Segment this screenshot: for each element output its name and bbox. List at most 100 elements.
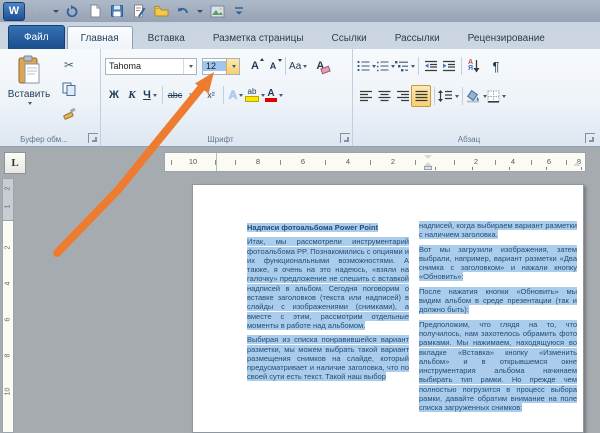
doc-paragraph[interactable]: Вот мы загрузили изображения, затем выбр…	[419, 244, 577, 282]
ruler-number: 2	[4, 186, 12, 191]
highlight-color-button[interactable]: ab	[245, 85, 265, 105]
horizontal-ruler: 10 8 6 4 2 2 4 6 8	[164, 152, 586, 172]
bullets-button[interactable]	[357, 56, 376, 76]
shrink-font-button[interactable]: А	[264, 56, 282, 76]
doc-paragraph[interactable]: Предположим, что глядя на то, что получи…	[419, 319, 577, 413]
open-folder-icon[interactable]	[153, 3, 169, 19]
font-dialog-launcher-icon[interactable]	[340, 133, 350, 143]
shading-button[interactable]	[466, 86, 487, 106]
tab-home[interactable]: Главная	[66, 26, 133, 50]
vertical-ruler: 2 1 2 4 6 8 10	[2, 178, 14, 433]
italic-button[interactable]: К	[123, 85, 141, 105]
undo-icon[interactable]	[175, 3, 191, 19]
copy-button[interactable]	[58, 79, 80, 99]
ruler-number: 4	[510, 157, 516, 166]
sort-button[interactable]: А Я	[465, 56, 483, 76]
numbering-button[interactable]	[376, 56, 395, 76]
tab-page-layout[interactable]: Разметка страницы	[200, 27, 317, 50]
ruler-number: 6	[4, 317, 12, 322]
clipboard-dialog-launcher-icon[interactable]	[88, 133, 98, 143]
new-document-icon[interactable]	[87, 3, 103, 19]
decrease-indent-button[interactable]	[422, 56, 440, 76]
doc-paragraph[interactable]: Выбирая из списка понравившейся вариант …	[247, 335, 409, 382]
doc-paragraph[interactable]: После нажатия кнопки «Обновить» мы видим…	[419, 286, 577, 315]
group-paragraph: А Я ¶ Абзац	[353, 49, 597, 146]
doc-paragraph[interactable]: Итак, мы рассмотрели инструментарий фото…	[247, 237, 409, 330]
grow-font-button[interactable]: А	[246, 56, 264, 76]
line-spacing-icon	[438, 90, 452, 102]
align-right-button[interactable]	[393, 86, 411, 106]
customize-qat-icon[interactable]	[231, 3, 247, 19]
eraser-icon	[320, 65, 332, 75]
insert-picture-icon[interactable]	[209, 3, 225, 19]
font-name-combobox[interactable]: Tahoma	[105, 57, 197, 75]
paste-button[interactable]: Вставить	[6, 55, 52, 131]
ruler-number: 1	[4, 204, 12, 209]
show-marks-button[interactable]: ¶	[487, 56, 505, 76]
strikethrough-button[interactable]: abc	[166, 85, 184, 105]
spelling-icon[interactable]	[131, 3, 147, 19]
ribbon: Вставить ✂ Буфер обм... Tahoma 12 А А Аа…	[0, 49, 600, 147]
group-font: Tahoma 12 А А Аа А Ж К Ч abc x₂ x² А ab …	[101, 49, 353, 146]
paragraph-dialog-launcher-icon[interactable]	[585, 133, 595, 143]
justify-button[interactable]	[411, 85, 431, 107]
paint-bucket-icon	[466, 89, 479, 102]
repeat-icon[interactable]	[65, 3, 81, 19]
align-left-button[interactable]	[357, 86, 375, 106]
superscript-button[interactable]: x²	[202, 85, 220, 105]
format-painter-button[interactable]	[58, 103, 80, 123]
align-center-button[interactable]	[375, 86, 393, 106]
ruler-number: 2	[4, 245, 12, 250]
tab-review[interactable]: Рецензирование	[455, 27, 558, 50]
font-name-dropdown-icon[interactable]	[183, 58, 196, 74]
word-logo-icon[interactable]: W	[3, 1, 25, 21]
font-size-combobox[interactable]: 12	[202, 57, 240, 75]
text-column-2[interactable]: надписей, когда выбираем вариант разметк…	[419, 221, 577, 418]
copy-icon	[62, 82, 76, 96]
numbering-icon	[377, 61, 389, 72]
tab-selector[interactable]: L	[4, 152, 26, 174]
paste-label: Вставить	[7, 89, 51, 100]
font-size-dropdown-icon[interactable]	[226, 58, 239, 74]
ruler-number: 4	[4, 281, 12, 286]
tab-references[interactable]: Ссылки	[319, 27, 380, 50]
change-case-button[interactable]: Аа	[289, 56, 308, 76]
multilevel-list-button[interactable]	[395, 56, 415, 76]
document-workspace: L 10 8 6 4 2 2 4 6 8 2 1 2 4 6 8 10 Надп…	[0, 148, 600, 433]
subscript-button[interactable]: x₂	[184, 85, 202, 105]
tab-insert[interactable]: Вставка	[135, 27, 198, 50]
undo-dropdown-icon[interactable]	[197, 9, 203, 13]
save-icon[interactable]	[109, 3, 125, 19]
bullets-icon	[357, 60, 370, 72]
bold-button[interactable]: Ж	[105, 85, 123, 105]
tab-file[interactable]: Файл	[8, 25, 65, 50]
line-spacing-button[interactable]	[438, 86, 459, 106]
clipboard-group-label: Буфер обм...	[20, 135, 68, 144]
redo-icon-disabled	[31, 3, 47, 19]
font-name-value: Tahoma	[109, 61, 142, 71]
borders-button[interactable]	[487, 86, 506, 106]
highlight-swatch	[245, 96, 259, 102]
tab-mailings[interactable]: Рассылки	[382, 27, 453, 50]
increase-indent-button[interactable]	[440, 56, 458, 76]
ruler-number: 10	[4, 387, 12, 396]
doc-heading[interactable]: Надписи фотоальбома Power Point	[247, 223, 409, 232]
format-painter-icon	[63, 107, 76, 120]
decrease-indent-icon	[425, 60, 437, 72]
text-column-1[interactable]: Надписи фотоальбома Power Point Итак, мы…	[247, 223, 409, 387]
left-indent-marker[interactable]	[424, 166, 432, 170]
justify-icon	[415, 90, 427, 102]
right-indent-marker[interactable]	[573, 162, 581, 166]
clear-formatting-button[interactable]: А	[311, 56, 332, 76]
borders-icon	[487, 90, 500, 103]
text-effects-button[interactable]: А	[227, 85, 245, 105]
paste-dropdown-icon[interactable]	[28, 102, 32, 105]
align-center-icon	[378, 90, 390, 102]
doc-paragraph[interactable]: надписей, когда выбираем вариант разметк…	[419, 221, 577, 240]
first-line-indent-marker[interactable]	[424, 155, 432, 159]
cut-button[interactable]: ✂	[58, 55, 80, 75]
font-color-button[interactable]: А	[265, 85, 283, 105]
font-group-label: Шрифт	[207, 135, 234, 144]
underline-button[interactable]: Ч	[141, 85, 159, 105]
document-page[interactable]: Надписи фотоальбома Power Point Итак, мы…	[192, 184, 584, 433]
